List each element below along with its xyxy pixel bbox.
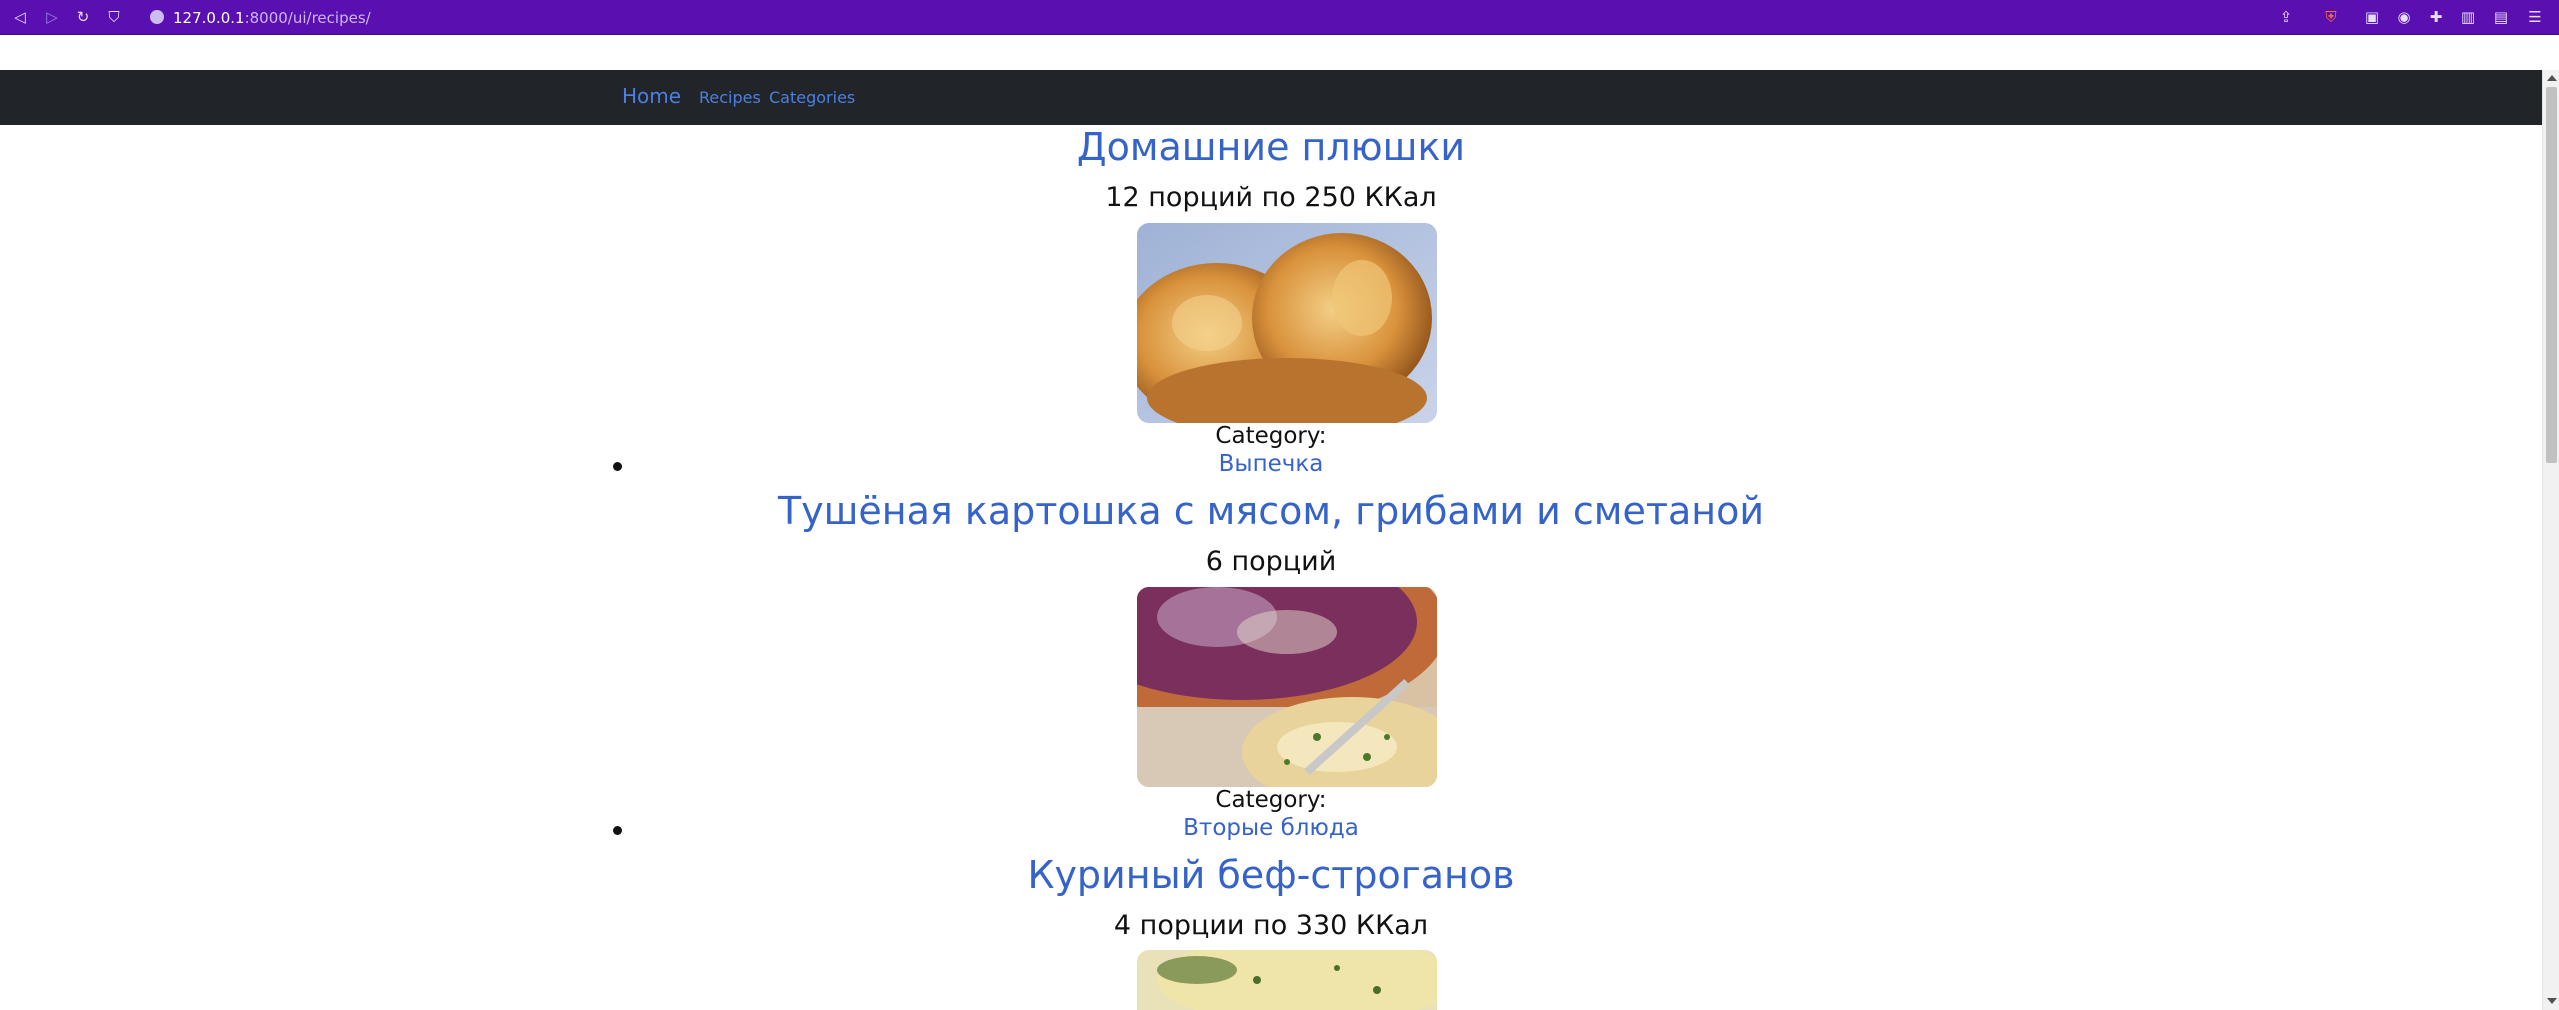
- recipe-servings: 12 порций по 250 ККал: [1105, 182, 1437, 213]
- sidebar-icon[interactable]: ▥: [2460, 9, 2476, 25]
- recipe-image: [1137, 587, 1437, 787]
- bookmark-icon[interactable]: ⛉: [106, 9, 122, 25]
- share-icon[interactable]: ⇪: [2278, 9, 2294, 25]
- address-bar[interactable]: 127.0.0.1:8000/ui/recipes/: [173, 9, 371, 27]
- recipe-image: [1137, 950, 1437, 1010]
- page-scrollbar[interactable]: [2542, 70, 2559, 1010]
- brave-shield-icon[interactable]: ⛨: [2323, 9, 2339, 25]
- recipe-servings: 4 порции по 330 ККал: [1113, 910, 1429, 941]
- scroll-thumb[interactable]: [2546, 87, 2557, 463]
- url-path: :8000/ui/recipes/: [244, 9, 371, 27]
- recipe-title-link[interactable]: Тушёная картошка с мясом, грибами и смет…: [0, 489, 2542, 533]
- extensions-puzzle-icon[interactable]: ✚: [2428, 9, 2444, 25]
- reload-icon[interactable]: ↻: [75, 9, 91, 25]
- category-link[interactable]: Выпечка: [0, 451, 2542, 477]
- wallet-icon[interactable]: ▤: [2493, 9, 2509, 25]
- category-label: Category:: [1215, 787, 1327, 813]
- recipe-title-link[interactable]: Куриный беф-строганов: [0, 853, 2542, 897]
- recipe-image: [1137, 223, 1437, 423]
- recipe-servings: 6 порций: [1205, 546, 1337, 577]
- nav-categories-link[interactable]: Categories: [769, 88, 855, 107]
- nav-recipes-link[interactable]: Recipes: [699, 88, 761, 107]
- page-top-spacer: [0, 35, 2559, 70]
- translate-icon[interactable]: ▣: [2364, 9, 2380, 25]
- category-label: Category:: [1215, 423, 1327, 449]
- recipe-title-link[interactable]: Домашние плюшки: [0, 125, 2542, 169]
- list-bullet: [613, 462, 622, 471]
- url-host: 127.0.0.1: [173, 9, 245, 27]
- scroll-up-arrow-icon[interactable]: [2547, 75, 2557, 81]
- forward-icon[interactable]: ▷: [44, 9, 60, 25]
- back-icon[interactable]: ◁: [12, 9, 28, 25]
- site-info-icon[interactable]: [150, 10, 164, 24]
- menu-icon[interactable]: ☰: [2527, 9, 2543, 25]
- list-bullet: [613, 826, 622, 835]
- browser-toolbar: ◁ ▷ ↻ ⛉ 127.0.0.1:8000/ui/recipes/ ⇪ ⛨ ▣…: [0, 0, 2559, 35]
- extension-circle-icon[interactable]: ◉: [2396, 9, 2412, 25]
- scroll-down-arrow-icon[interactable]: [2547, 998, 2557, 1004]
- site-navbar: Home Recipes Categories: [0, 70, 2542, 125]
- nav-home-link[interactable]: Home: [622, 84, 681, 108]
- category-link[interactable]: Вторые блюда: [0, 815, 2542, 841]
